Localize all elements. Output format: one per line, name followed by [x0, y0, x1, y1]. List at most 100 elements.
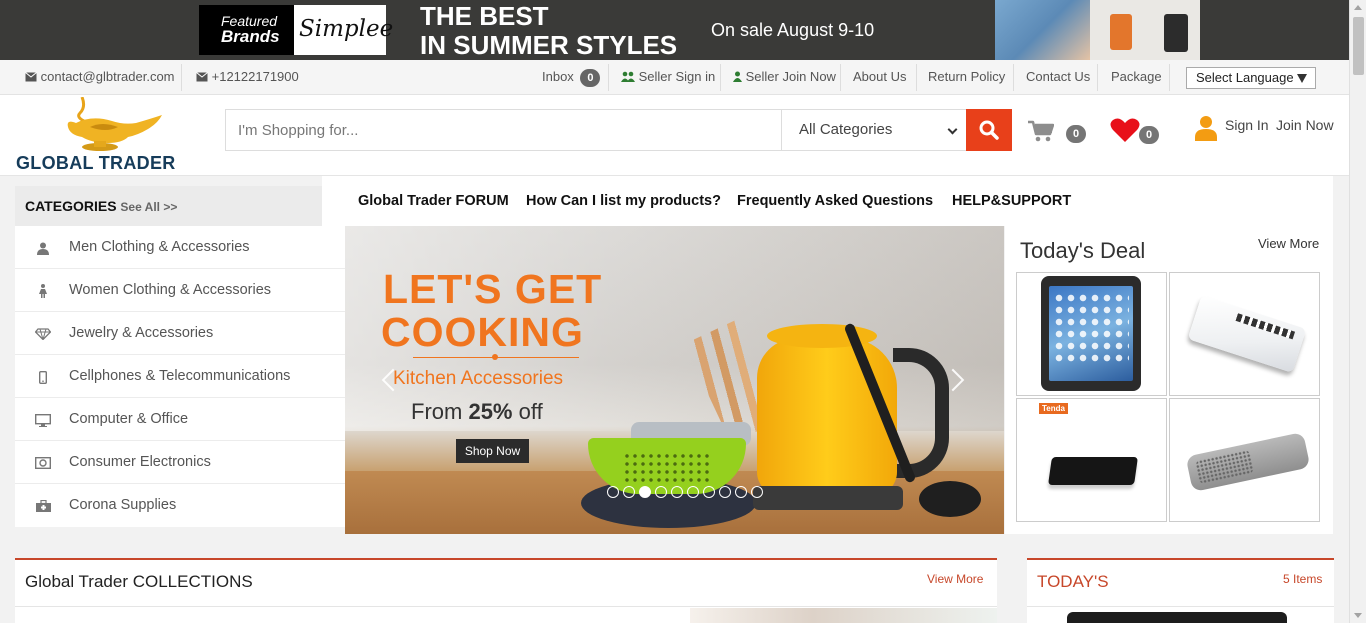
shop-now-button[interactable]: Shop Now	[456, 439, 529, 463]
divider	[720, 64, 721, 91]
search-bar: All Categories	[225, 109, 1012, 151]
see-all-link[interactable]: See All >>	[120, 200, 177, 214]
slider-dot[interactable]	[751, 486, 763, 498]
deal-product-tablet[interactable]	[1016, 272, 1167, 396]
divider	[15, 606, 997, 607]
search-icon	[979, 120, 999, 140]
brands-text: Brands	[221, 27, 280, 46]
cart-icon[interactable]	[1028, 120, 1054, 142]
slider-dot[interactable]	[671, 486, 683, 498]
page-scrollbar[interactable]	[1349, 0, 1366, 623]
site-logo[interactable]: GLOBAL TRADER	[15, 95, 200, 175]
main-nav: Global Trader FORUM How Can I list my pr…	[322, 176, 1333, 226]
todays-deal-title: Today's Deal	[1020, 238, 1146, 263]
promo-headline-line2: IN SUMMER STYLES	[420, 30, 678, 60]
slide-offer-percent: 25%	[468, 399, 513, 424]
promo-headline: THE BEST IN SUMMER STYLES	[420, 2, 677, 60]
logo-text: GLOBAL TRADER	[16, 153, 176, 173]
nav-help-support[interactable]: HELP&SUPPORT	[952, 193, 1071, 209]
sign-in-link[interactable]: Sign In	[1225, 117, 1269, 133]
slider-dot[interactable]	[687, 486, 699, 498]
category-item-consumer-electronics[interactable]: Consumer Electronics	[15, 441, 345, 484]
hero-slider[interactable]: LET'S GET COOKING Kitchen Accessories Fr…	[345, 226, 1004, 534]
contact-us-link[interactable]: Contact Us	[1026, 60, 1090, 94]
heart-icon[interactable]	[1110, 117, 1140, 143]
collections-title: Global Trader COLLECTIONS	[25, 572, 253, 591]
collections-view-more[interactable]: View More	[927, 572, 983, 586]
language-select[interactable]: Select Language	[1186, 67, 1316, 89]
desktop-icon	[35, 412, 51, 428]
divider	[1169, 64, 1170, 91]
top-info-bar: contact@glbtrader.com +12122171900 Inbox…	[0, 60, 1349, 95]
diamond-icon	[35, 326, 51, 342]
todays-product-image[interactable]	[1067, 612, 1287, 623]
slide-divider-dot	[492, 354, 498, 360]
categories-heading: CATEGORIES	[25, 198, 117, 214]
users-icon	[621, 71, 635, 82]
collections-section: Global Trader COLLECTIONS View More	[15, 558, 997, 623]
category-item-men-clothing[interactable]: Men Clothing & Accessories	[15, 226, 345, 269]
speaker-image	[1185, 431, 1311, 493]
network-switch-image	[1187, 295, 1307, 373]
todays-deal-view-more[interactable]: View More	[1258, 236, 1319, 251]
scroll-down-arrow-icon[interactable]	[1354, 613, 1362, 618]
caret-down-icon	[1297, 74, 1307, 83]
magic-lamp-icon	[67, 97, 162, 151]
mobile-icon	[35, 369, 51, 385]
slider-dot[interactable]	[719, 486, 731, 498]
nav-forum[interactable]: Global Trader FORUM	[358, 193, 509, 209]
seller-sign-in-link[interactable]: Seller Sign in	[621, 60, 715, 94]
slide-offer-suffix: off	[512, 399, 543, 424]
email-text: contact@glbtrader.com	[40, 69, 175, 84]
user-icon	[733, 71, 742, 82]
medkit-icon	[35, 498, 51, 514]
inbox-count-badge: 0	[580, 69, 601, 87]
nav-list-products[interactable]: How Can I list my products?	[526, 193, 721, 209]
promo-banner[interactable]: Featured Brands Simplee THE BEST IN SUMM…	[0, 0, 1349, 60]
user-icon[interactable]	[1195, 115, 1217, 141]
package-link[interactable]: Package	[1111, 60, 1162, 94]
category-select-value: All Categories	[799, 121, 893, 138]
phone-link[interactable]: +12122171900	[196, 60, 299, 94]
wishlist-count-badge: 0	[1139, 126, 1159, 144]
todays-section: TODAY'S 5 Items	[1027, 558, 1334, 623]
category-label: Cellphones & Telecommunications	[69, 368, 291, 384]
deal-product-speaker[interactable]	[1169, 398, 1320, 522]
category-item-women-clothing[interactable]: Women Clothing & Accessories	[15, 269, 345, 312]
deal-product-switch[interactable]	[1169, 272, 1320, 396]
slider-dot[interactable]	[735, 486, 747, 498]
about-us-link[interactable]: About Us	[853, 60, 906, 94]
slider-dot[interactable]	[639, 486, 651, 498]
category-item-cellphones[interactable]: Cellphones & Telecommunications	[15, 355, 345, 398]
todays-item-count: 5 Items	[1283, 572, 1323, 586]
nav-faq[interactable]: Frequently Asked Questions	[737, 193, 933, 209]
category-item-corona-supplies[interactable]: Corona Supplies	[15, 484, 345, 527]
kettle-image	[753, 324, 903, 510]
promo-product-image	[1090, 0, 1200, 60]
category-item-jewelry[interactable]: Jewelry & Accessories	[15, 312, 345, 355]
slider-dot[interactable]	[703, 486, 715, 498]
join-now-link[interactable]: Join Now	[1276, 117, 1334, 133]
category-label: Corona Supplies	[69, 497, 177, 513]
search-input[interactable]	[226, 110, 781, 150]
collection-image[interactable]	[690, 608, 997, 623]
slider-dot[interactable]	[655, 486, 667, 498]
slide-headline-1: LET'S GET	[383, 266, 603, 312]
seller-join-link[interactable]: Seller Join Now	[733, 60, 836, 94]
category-select[interactable]: All Categories	[781, 110, 966, 150]
inbox-link[interactable]: Inbox 0	[542, 60, 601, 94]
category-item-computer[interactable]: Computer & Office	[15, 398, 345, 441]
divider	[1013, 64, 1014, 91]
return-policy-link[interactable]: Return Policy	[928, 60, 1005, 94]
scroll-up-arrow-icon[interactable]	[1354, 5, 1362, 10]
divider	[1097, 64, 1098, 91]
slider-dot[interactable]	[623, 486, 635, 498]
cart-count-badge: 0	[1066, 125, 1086, 143]
email-link[interactable]: contact@glbtrader.com	[25, 60, 175, 94]
scrollbar-thumb[interactable]	[1353, 17, 1364, 75]
ladle-bowl-image	[919, 481, 981, 517]
category-label: Men Clothing & Accessories	[69, 239, 250, 255]
slider-dot[interactable]	[607, 486, 619, 498]
search-button[interactable]	[966, 109, 1012, 151]
deal-product-router[interactable]: Tenda	[1016, 398, 1167, 522]
